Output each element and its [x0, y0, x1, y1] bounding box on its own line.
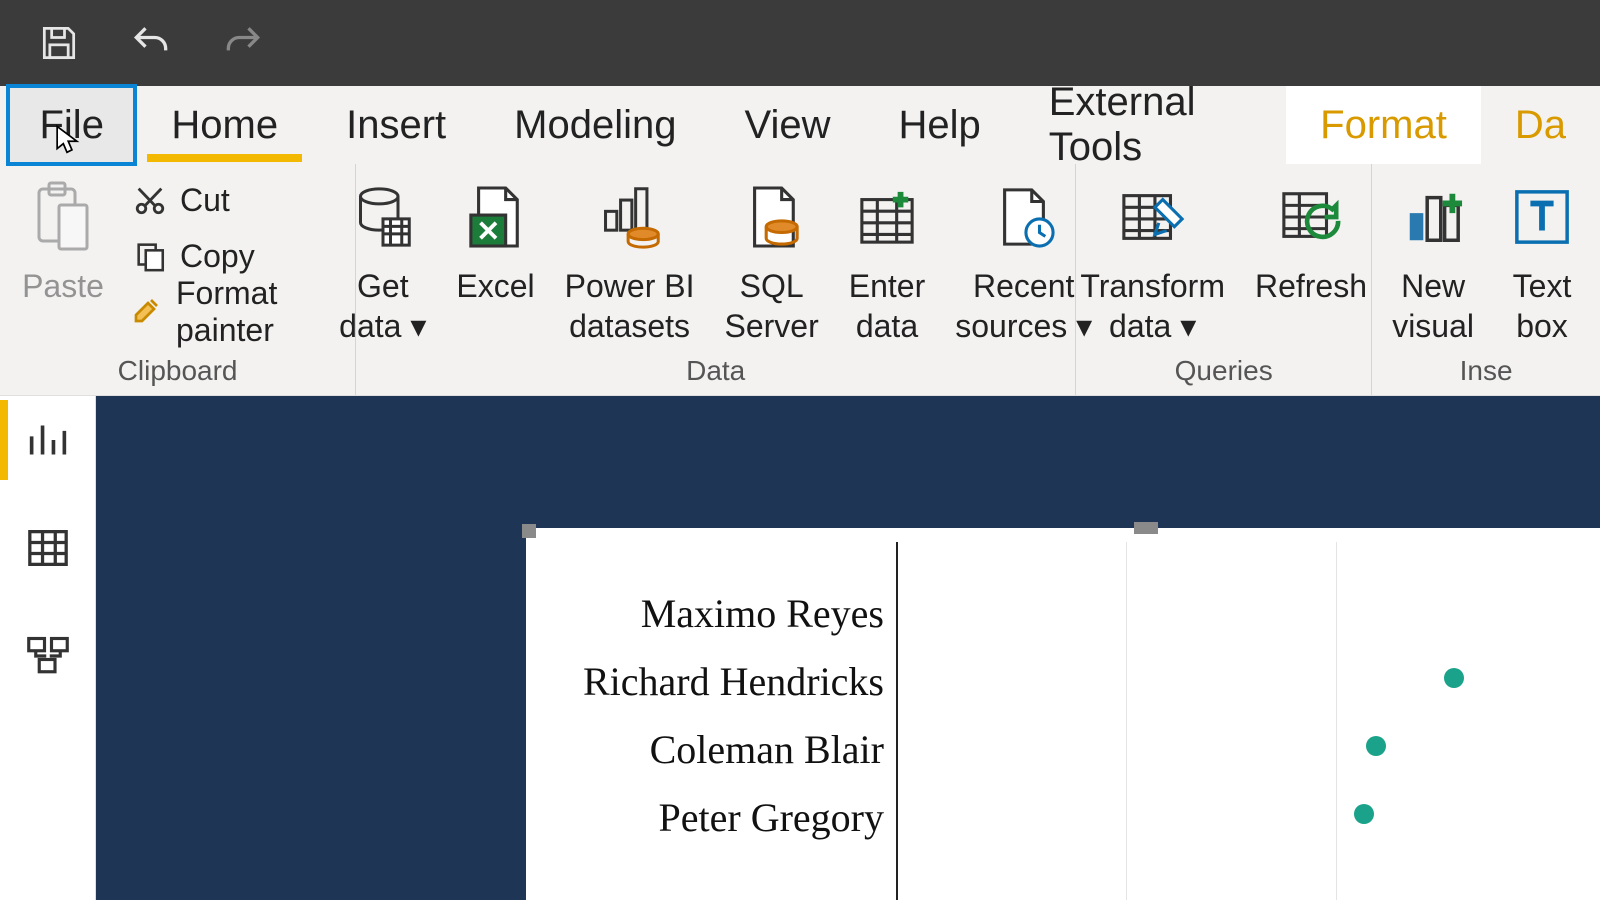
tab-file-label: File: [39, 103, 103, 148]
refresh-icon: [1280, 174, 1342, 260]
enter-data-label: Enter data: [849, 266, 925, 346]
format-painter-button[interactable]: Format painter: [124, 284, 347, 340]
sql-server-label: SQL Server: [724, 266, 818, 346]
new-visual-button[interactable]: New visual: [1380, 170, 1486, 346]
tab-insert-label: Insert: [346, 103, 446, 148]
chart-category-label: Richard Hendricks: [534, 658, 884, 705]
tab-help[interactable]: Help: [864, 86, 1014, 164]
tab-data-context-label: Da: [1515, 103, 1566, 148]
chart-data-point: [1354, 804, 1374, 824]
copy-label: Copy: [180, 238, 255, 275]
ribbon-tabs: File Home Insert Modeling View Help Exte…: [0, 86, 1600, 164]
chart-category-label: Maximo Reyes: [534, 590, 884, 637]
report-view-button[interactable]: [22, 414, 74, 466]
pbi-datasets-icon: [598, 174, 662, 260]
tab-home[interactable]: Home: [137, 86, 312, 164]
get-data-label: Get data ▾: [339, 266, 426, 346]
tab-external-tools[interactable]: External Tools: [1015, 86, 1286, 164]
group-queries-label: Queries: [1175, 355, 1273, 393]
cut-icon: [130, 180, 170, 220]
get-data-icon: [353, 174, 413, 260]
new-visual-label: New visual: [1392, 266, 1474, 346]
text-box-label: Text box: [1513, 266, 1572, 346]
format-painter-label: Format painter: [176, 275, 341, 349]
chart-category-label: Peter Gregory: [534, 794, 884, 841]
group-queries: Transform data ▾ Refresh Queries: [1076, 164, 1372, 395]
view-rail: [0, 396, 96, 900]
work-area: Maximo Reyes Richard Hendricks Coleman B…: [0, 396, 1600, 900]
data-view-button[interactable]: [22, 522, 74, 574]
tab-view[interactable]: View: [711, 86, 865, 164]
chart-data-point: [1444, 668, 1464, 688]
group-data-label: Data: [686, 355, 745, 393]
model-view-button[interactable]: [22, 630, 74, 682]
refresh-label: Refresh: [1255, 266, 1367, 306]
group-clipboard: Paste Cut: [0, 164, 356, 395]
excel-icon: [467, 174, 525, 260]
recent-sources-icon: [993, 174, 1055, 260]
enter-data-icon: [858, 174, 916, 260]
chart-gridline: [1126, 542, 1127, 900]
quick-access-toolbar: [0, 0, 1600, 86]
tab-modeling[interactable]: Modeling: [480, 86, 710, 164]
paste-icon: [31, 174, 95, 260]
tab-format-label: Format: [1320, 103, 1447, 148]
chevron-down-icon: ▾: [1180, 308, 1196, 344]
cut-button[interactable]: Cut: [124, 172, 347, 228]
group-insert-label: Inse: [1460, 355, 1513, 393]
pbi-datasets-label: Power BI datasets: [565, 266, 695, 346]
transform-data-button[interactable]: Transform data ▾: [1068, 170, 1237, 346]
excel-label: Excel: [456, 266, 534, 306]
excel-button[interactable]: Excel: [444, 170, 546, 306]
redo-button[interactable]: [218, 18, 268, 68]
paste-button[interactable]: Paste: [8, 170, 118, 306]
resize-handle-top[interactable]: [1134, 522, 1158, 534]
tab-file[interactable]: File: [6, 84, 137, 166]
enter-data-button[interactable]: Enter data: [837, 170, 937, 346]
text-box-icon: [1513, 174, 1571, 260]
save-button[interactable]: [34, 18, 84, 68]
undo-button[interactable]: [126, 18, 176, 68]
new-visual-icon: [1402, 174, 1464, 260]
transform-data-label: Transform data ▾: [1080, 266, 1225, 346]
chart-category-label: Coleman Blair: [534, 726, 884, 773]
ribbon: Paste Cut: [0, 164, 1600, 396]
cut-label: Cut: [180, 182, 230, 219]
transform-data-icon: [1120, 174, 1186, 260]
chart-data-point: [1366, 736, 1386, 756]
chevron-down-icon: ▾: [410, 308, 426, 344]
chart-gridline: [1336, 542, 1337, 900]
chart-y-axis: [896, 542, 898, 900]
sql-server-icon: [743, 174, 801, 260]
text-box-button[interactable]: Text box: [1492, 170, 1592, 346]
tab-help-label: Help: [898, 103, 980, 148]
get-data-button[interactable]: Get data ▾: [327, 170, 438, 346]
report-canvas[interactable]: Maximo Reyes Richard Hendricks Coleman B…: [96, 396, 1600, 900]
tab-external-label: External Tools: [1049, 80, 1252, 170]
paste-label: Paste: [22, 266, 104, 306]
tab-data-context[interactable]: Da: [1481, 86, 1600, 164]
pbi-datasets-button[interactable]: Power BI datasets: [553, 170, 707, 346]
sql-server-button[interactable]: SQL Server: [712, 170, 830, 346]
group-data: Get data ▾ Excel: [356, 164, 1076, 395]
group-insert: New visual Text box Inse: [1372, 164, 1600, 395]
chart-visual[interactable]: Maximo Reyes Richard Hendricks Coleman B…: [526, 528, 1600, 900]
tab-insert[interactable]: Insert: [312, 86, 480, 164]
tab-modeling-label: Modeling: [514, 103, 676, 148]
format-painter-icon: [130, 292, 166, 332]
resize-handle-top-left[interactable]: [522, 524, 536, 538]
tab-home-label: Home: [171, 103, 278, 148]
copy-icon: [130, 236, 170, 276]
tab-format[interactable]: Format: [1286, 86, 1481, 164]
group-clipboard-label: Clipboard: [118, 355, 238, 393]
refresh-button[interactable]: Refresh: [1243, 170, 1379, 306]
tab-view-label: View: [745, 103, 831, 148]
